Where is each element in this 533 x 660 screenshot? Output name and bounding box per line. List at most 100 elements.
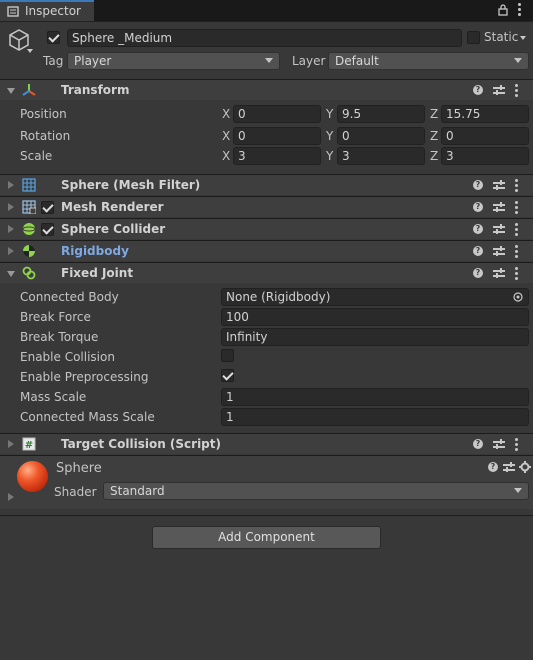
foldout-open-icon[interactable] xyxy=(7,271,15,277)
presets-icon[interactable] xyxy=(503,462,515,472)
help-icon[interactable]: ? xyxy=(473,180,483,190)
axis-y-label: Y xyxy=(326,129,334,143)
tab-label: Inspector xyxy=(25,4,81,18)
tab-bar: Inspector xyxy=(0,0,533,22)
sphere-collider-title: Sphere Collider xyxy=(61,222,166,236)
static-checkbox[interactable] xyxy=(467,31,480,44)
mesh-renderer-enabled-checkbox[interactable] xyxy=(41,201,54,214)
active-checkbox[interactable] xyxy=(47,31,60,44)
mesh-filter-header[interactable]: Sphere (Mesh Filter) ? xyxy=(0,174,533,195)
mesh-renderer-header[interactable]: Mesh Renderer ? xyxy=(0,196,533,217)
context-menu-icon[interactable] xyxy=(515,201,518,216)
tab-inspector[interactable]: Inspector xyxy=(0,0,94,21)
break-force-field[interactable]: 100 xyxy=(221,308,529,326)
enable-collision-checkbox[interactable] xyxy=(221,349,234,362)
context-menu-icon[interactable] xyxy=(515,438,518,453)
foldout-closed-icon[interactable] xyxy=(8,203,14,211)
add-component-button[interactable]: Add Component xyxy=(152,526,381,549)
presets-icon[interactable] xyxy=(493,246,505,256)
foldout-open-icon[interactable] xyxy=(7,88,15,94)
lock-icon[interactable] xyxy=(498,4,508,16)
shader-dropdown[interactable]: Standard xyxy=(103,482,529,500)
context-menu-icon[interactable] xyxy=(515,267,518,282)
enable-preprocessing-label: Enable Preprocessing xyxy=(20,370,149,384)
rotation-x-field[interactable]: 0 xyxy=(233,127,321,145)
help-icon[interactable]: ? xyxy=(473,85,483,95)
mesh-renderer-title: Mesh Renderer xyxy=(61,200,164,214)
connected-body-field[interactable]: None (Rigidbody) xyxy=(221,288,529,306)
gear-icon[interactable] xyxy=(519,461,531,473)
help-icon[interactable]: ? xyxy=(473,268,483,278)
enable-preprocessing-checkbox[interactable] xyxy=(221,369,234,382)
svg-text:#: # xyxy=(25,440,33,451)
help-icon[interactable]: ? xyxy=(488,462,498,472)
layer-label: Layer xyxy=(292,54,326,68)
help-icon[interactable]: ? xyxy=(473,224,483,234)
presets-icon[interactable] xyxy=(493,202,505,212)
object-picker-icon[interactable] xyxy=(513,292,523,302)
fixed-joint-header[interactable]: Fixed Joint ? xyxy=(0,262,533,283)
mass-scale-label: Mass Scale xyxy=(20,390,87,404)
object-name-input[interactable]: Sphere _Medium xyxy=(67,29,462,47)
transform-title: Transform xyxy=(61,83,130,97)
transform-axes-icon xyxy=(22,84,36,96)
tag-dropdown[interactable]: Player xyxy=(67,52,280,70)
presets-icon[interactable] xyxy=(493,268,505,278)
presets-icon[interactable] xyxy=(493,85,505,95)
context-menu-icon[interactable] xyxy=(515,223,518,238)
scale-label: Scale xyxy=(20,149,53,163)
connected-mass-scale-label: Connected Mass Scale xyxy=(20,410,155,424)
foldout-closed-icon[interactable] xyxy=(8,440,14,448)
transform-header[interactable]: Transform ? xyxy=(0,79,533,100)
fixed-joint-icon xyxy=(22,266,36,280)
position-x-field[interactable]: 0 xyxy=(233,105,321,123)
target-collision-header[interactable]: # Target Collision (Script) ? xyxy=(0,433,533,454)
rigidbody-header[interactable]: Rigidbody ? xyxy=(0,240,533,261)
position-y-field[interactable]: 9.5 xyxy=(337,105,425,123)
help-icon[interactable]: ? xyxy=(473,202,483,212)
rotation-y-field[interactable]: 0 xyxy=(337,127,425,145)
material-preview-sphere[interactable] xyxy=(17,461,48,492)
connected-body-value: None (Rigidbody) xyxy=(226,290,331,304)
axis-z-label: Z xyxy=(430,107,439,121)
window-menu-icon[interactable] xyxy=(518,3,521,16)
chevron-down-icon xyxy=(514,488,522,493)
tag-value: Player xyxy=(74,54,112,68)
scale-y-field[interactable]: 3 xyxy=(337,147,425,165)
foldout-closed-icon[interactable] xyxy=(8,181,14,189)
divider xyxy=(0,515,533,516)
static-label: Static xyxy=(484,30,519,44)
presets-icon[interactable] xyxy=(493,180,505,190)
layer-value: Default xyxy=(335,54,379,68)
context-menu-icon[interactable] xyxy=(515,179,518,194)
script-icon: # xyxy=(22,437,36,451)
icon-dropdown-caret[interactable] xyxy=(27,49,33,53)
scale-z-field[interactable]: 3 xyxy=(441,147,529,165)
sphere-collider-enabled-checkbox[interactable] xyxy=(41,223,54,236)
help-icon[interactable]: ? xyxy=(473,439,483,449)
foldout-closed-icon[interactable] xyxy=(8,493,14,501)
scale-x-field[interactable]: 3 xyxy=(233,147,321,165)
sphere-collider-icon xyxy=(22,223,36,235)
context-menu-icon[interactable] xyxy=(515,84,518,99)
shader-value: Standard xyxy=(110,484,165,498)
presets-icon[interactable] xyxy=(493,439,505,449)
mass-scale-field[interactable]: 1 xyxy=(221,388,529,406)
foldout-closed-icon[interactable] xyxy=(8,247,14,255)
axis-x-label: X xyxy=(222,107,231,121)
presets-icon[interactable] xyxy=(493,224,505,234)
rotation-z-field[interactable]: 0 xyxy=(441,127,529,145)
foldout-closed-icon[interactable] xyxy=(8,225,14,233)
static-dropdown-caret[interactable] xyxy=(520,36,526,40)
connected-mass-scale-field[interactable]: 1 xyxy=(221,408,529,426)
shader-label: Shader xyxy=(54,485,97,499)
chevron-down-icon xyxy=(265,58,273,63)
help-icon[interactable]: ? xyxy=(473,246,483,256)
sphere-collider-header[interactable]: Sphere Collider ? xyxy=(0,218,533,239)
mesh-filter-icon xyxy=(22,178,36,192)
rigidbody-icon xyxy=(23,245,35,257)
break-torque-field[interactable]: Infinity xyxy=(221,328,529,346)
position-z-field[interactable]: 15.75 xyxy=(441,105,529,123)
context-menu-icon[interactable] xyxy=(515,245,518,260)
layer-dropdown[interactable]: Default xyxy=(328,52,529,70)
